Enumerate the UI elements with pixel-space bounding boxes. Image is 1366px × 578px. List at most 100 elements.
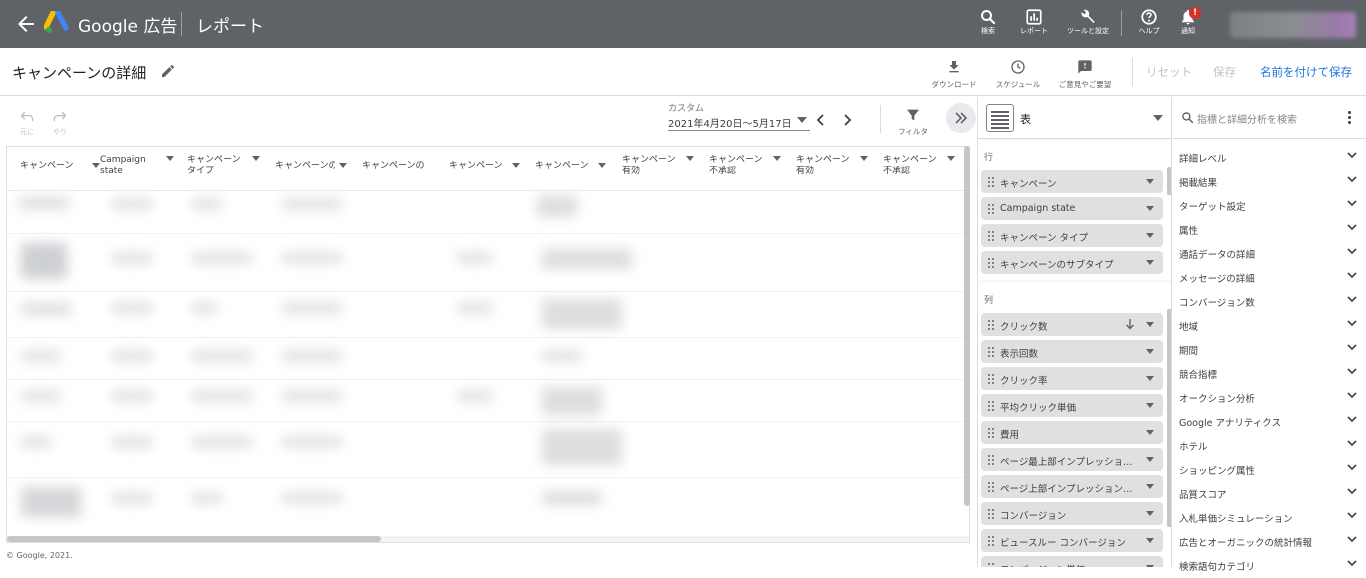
download-button[interactable]: ダウンロード	[924, 59, 984, 90]
account-switcher[interactable]	[1230, 12, 1356, 38]
chevron-down-icon[interactable]	[1347, 344, 1357, 351]
drag-handle-icon[interactable]	[988, 536, 994, 546]
field-category[interactable]: 期間	[1179, 338, 1363, 362]
more-options-icon[interactable]	[1348, 111, 1352, 126]
fields-search[interactable]: 指標と詳細分析を検索	[1173, 97, 1366, 139]
column-header-campaign-state[interactable]: Campaign state	[100, 155, 180, 185]
column-metric-chip[interactable]: コンバージョン	[981, 502, 1163, 525]
caret-down-icon[interactable]	[1146, 322, 1154, 327]
chevron-down-icon[interactable]	[1347, 200, 1357, 207]
schedule-button[interactable]: スケジュール	[988, 59, 1048, 90]
undo-button[interactable]: 元に	[15, 109, 39, 137]
chevron-down-icon[interactable]	[1347, 152, 1357, 159]
drag-handle-icon[interactable]	[988, 374, 994, 384]
column-header-campaign-other[interactable]: キャンペーンの	[362, 155, 442, 185]
chevron-down-icon[interactable]	[1347, 536, 1357, 543]
caret-down-icon[interactable]	[1146, 233, 1154, 238]
field-category[interactable]: 入札単価シミュレーション	[1179, 506, 1363, 530]
column-metric-chip[interactable]: クリック数	[981, 313, 1163, 336]
drag-handle-icon[interactable]	[988, 231, 994, 241]
field-category[interactable]: コンバージョン数	[1179, 290, 1363, 314]
field-category[interactable]: メッセージの詳細	[1179, 266, 1363, 290]
column-header-metric-disapproved-2[interactable]: キャンペーン 不承認	[883, 155, 961, 185]
field-category[interactable]: オークション分析	[1179, 386, 1363, 410]
horizontal-scrollbar[interactable]	[7, 536, 969, 542]
vertical-scrollbar[interactable]	[964, 146, 970, 506]
field-category[interactable]: 広告とオーガニックの統計情報	[1179, 530, 1363, 554]
caret-down-icon[interactable]	[1146, 349, 1154, 354]
field-category[interactable]: 詳細レベル	[1179, 146, 1363, 170]
column-header-metric-1[interactable]: キャンペーン	[449, 155, 527, 185]
row-dimension-chip[interactable]: キャンペーン	[981, 170, 1163, 193]
drag-handle-icon[interactable]	[988, 177, 994, 187]
row-dimension-chip[interactable]: キャンペーン タイプ	[981, 224, 1163, 247]
chevron-down-icon[interactable]	[1347, 248, 1357, 255]
chevron-down-icon[interactable]	[1347, 176, 1357, 183]
caret-down-icon[interactable]	[797, 117, 807, 123]
field-category[interactable]: Google アナリティクス	[1179, 410, 1363, 434]
column-header-campaign[interactable]: キャンペーン	[20, 155, 100, 185]
reset-button[interactable]: リセット	[1146, 64, 1192, 80]
columns-scrollbar[interactable]	[1167, 309, 1171, 527]
row-dimension-chip[interactable]: Campaign state	[981, 197, 1163, 220]
filter-button[interactable]: フィルタ	[893, 107, 933, 136]
caret-down-icon[interactable]	[1146, 538, 1154, 543]
back-arrow-icon[interactable]	[14, 12, 38, 36]
caret-down-icon[interactable]	[1146, 430, 1154, 435]
pencil-icon[interactable]	[160, 63, 176, 79]
row-dimension-chip[interactable]: キャンペーンのサブタイプ	[981, 251, 1163, 274]
chevron-down-icon[interactable]	[1347, 368, 1357, 375]
column-metric-chip[interactable]: ページ上部インプレッションの割合	[981, 475, 1163, 498]
caret-down-icon[interactable]	[1146, 260, 1154, 265]
collapse-panel-button[interactable]	[946, 103, 976, 133]
caret-down-icon[interactable]	[1146, 179, 1154, 184]
column-header-metric-disapproved-1[interactable]: キャンペーン 不承認	[709, 155, 787, 185]
chevron-down-icon[interactable]	[1347, 320, 1357, 327]
save-as-button[interactable]: 名前を付けて保存	[1260, 64, 1352, 80]
column-header-metric-active-2[interactable]: キャンペーン 有効	[796, 155, 874, 185]
field-category[interactable]: 品質スコア	[1179, 482, 1363, 506]
feedback-button[interactable]: ご意見やご要望	[1055, 59, 1115, 90]
caret-down-icon[interactable]	[1146, 403, 1154, 408]
chevron-down-icon[interactable]	[1347, 296, 1357, 303]
drag-handle-icon[interactable]	[988, 509, 994, 519]
field-category[interactable]: ターゲット設定	[1179, 194, 1363, 218]
caret-down-icon[interactable]	[1146, 206, 1154, 211]
field-category[interactable]: 競合指標	[1179, 362, 1363, 386]
column-header-metric-active-1[interactable]: キャンペーン 有効	[622, 155, 700, 185]
drag-handle-icon[interactable]	[988, 455, 994, 465]
caret-down-icon[interactable]	[1146, 511, 1154, 516]
drag-handle-icon[interactable]	[988, 563, 994, 567]
search-button[interactable]: 検索	[965, 8, 1011, 44]
notifications-button[interactable]: ! 通知	[1165, 7, 1211, 44]
chevron-down-icon[interactable]	[1347, 440, 1357, 447]
chevron-down-icon[interactable]	[1347, 416, 1357, 423]
chevron-right-icon[interactable]	[841, 113, 853, 127]
column-header-campaign-subtype[interactable]: キャンペーンの	[275, 155, 353, 185]
save-button[interactable]: 保存	[1213, 64, 1236, 80]
drag-handle-icon[interactable]	[988, 320, 994, 330]
visualization-selector[interactable]: 表	[978, 97, 1171, 139]
field-category[interactable]: 検索語句カテゴリ	[1179, 554, 1363, 578]
column-metric-chip[interactable]: ビュースルー コンバージョン	[981, 529, 1163, 552]
chevron-down-icon[interactable]	[1347, 464, 1357, 471]
column-metric-chip[interactable]: 平均クリック単価	[981, 394, 1163, 417]
drag-handle-icon[interactable]	[988, 258, 994, 268]
drag-handle-icon[interactable]	[988, 347, 994, 357]
chevron-down-icon[interactable]	[1347, 488, 1357, 495]
chevron-down-icon[interactable]	[1347, 224, 1357, 231]
field-category[interactable]: ホテル	[1179, 434, 1363, 458]
tools-button[interactable]: ツールと設定	[1065, 8, 1111, 44]
drag-handle-icon[interactable]	[988, 482, 994, 492]
column-metric-chip[interactable]: 表示回数	[981, 340, 1163, 363]
column-metric-chip[interactable]: コンバージョン単価	[981, 556, 1163, 567]
reports-button[interactable]: レポート	[1011, 8, 1057, 44]
sort-descending-icon[interactable]	[1125, 318, 1135, 330]
drag-handle-icon[interactable]	[988, 401, 994, 411]
field-category[interactable]: 地域	[1179, 314, 1363, 338]
drag-handle-icon[interactable]	[988, 428, 994, 438]
caret-down-icon[interactable]	[1146, 484, 1154, 489]
chevron-down-icon[interactable]	[1347, 560, 1357, 567]
field-category[interactable]: 通話データの詳細	[1179, 242, 1363, 266]
redo-button[interactable]: やり	[48, 109, 72, 137]
